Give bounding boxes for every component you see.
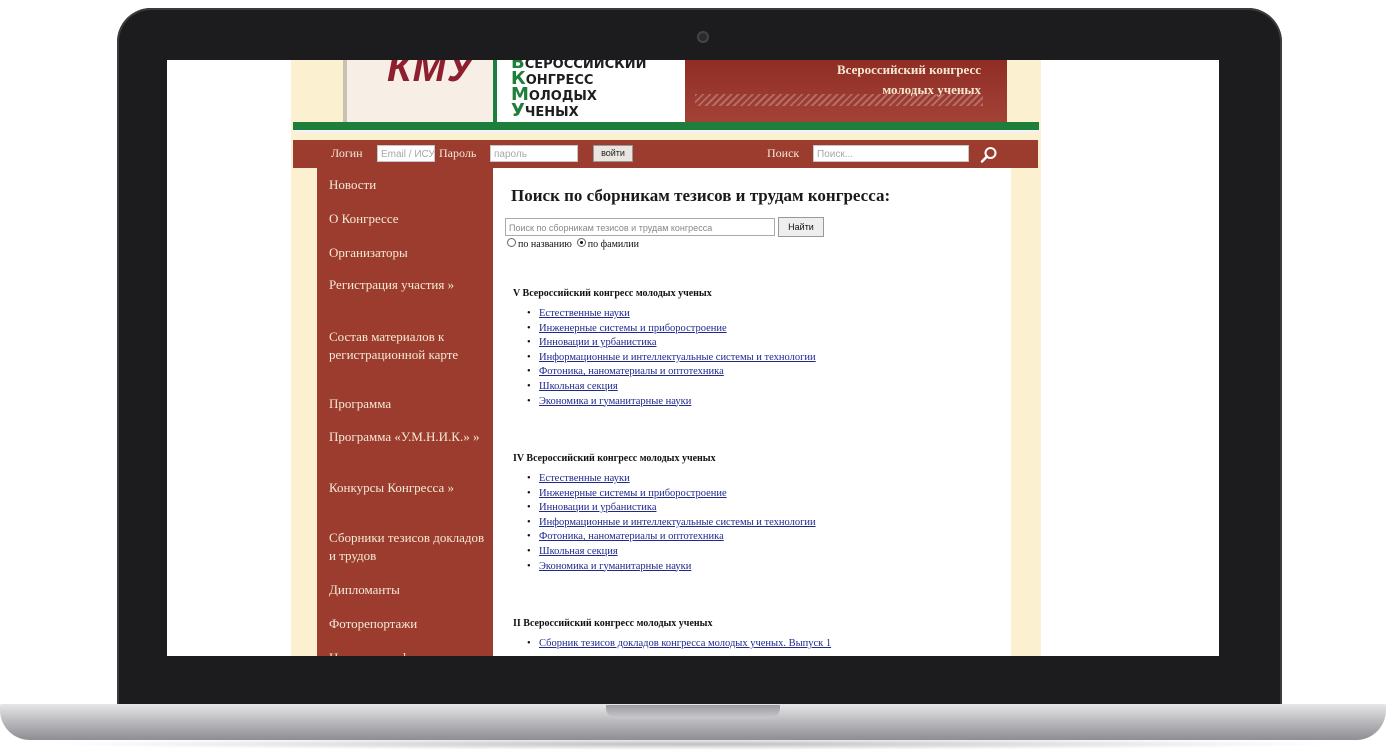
- password-input[interactable]: пароль: [490, 145, 578, 162]
- header-divider-light: [293, 130, 1039, 133]
- section-link[interactable]: Инновации и урбанистика: [527, 501, 816, 516]
- section-link-list: Естественные наукиИнженерные системы и п…: [527, 472, 816, 574]
- laptop-screen: КМУ ВСЕРОССИЙСКИЙ КОНГРЕСС МОЛОДЫХ УЧЕНЫХ В…: [167, 60, 1219, 656]
- banner-line-1: Всероссийский конгресс: [836, 62, 981, 77]
- site-search-input[interactable]: Поиск...: [813, 145, 969, 162]
- login-button[interactable]: войти: [593, 145, 633, 162]
- section-link-list: Сборник тезисов докладов конгресса молод…: [527, 637, 831, 652]
- congress-logo-word: ОЛОДЫХ: [528, 89, 597, 104]
- site-logo: КМУ: [387, 60, 475, 90]
- radio-by-title-label: по названию: [518, 239, 572, 250]
- section-title: IV Всероссийский конгресс молодых ученых: [513, 453, 716, 464]
- section-link[interactable]: Информационные и интеллектуальные систем…: [527, 516, 816, 531]
- sidebar-item[interactable]: О Конгрессе: [329, 210, 489, 228]
- section-link[interactable]: Инженерные системы и приборостроение: [527, 322, 816, 337]
- banner-hatch: [695, 94, 983, 106]
- section-link[interactable]: Информационные и интеллектуальные систем…: [527, 351, 816, 366]
- section-link[interactable]: Экономика и гуманитарные науки: [527, 560, 816, 575]
- radio-by-surname-label: по фамилии: [587, 239, 639, 250]
- sidebar-item[interactable]: Конкурсы Конгресса »: [329, 479, 489, 497]
- page-title: Поиск по сборникам тезисов и трудам конг…: [511, 186, 891, 205]
- password-label: Пароль: [439, 146, 477, 160]
- radio-by-surname[interactable]: [576, 238, 586, 247]
- section-title: II Всероссийский конгресс молодых ученых: [513, 618, 713, 629]
- header-divider: [293, 122, 1039, 130]
- sidebar-nav: Новости О Конгрессе Организаторы Регистраци…: [317, 168, 493, 656]
- search-mode-radios: по названию по фамилии: [507, 238, 639, 250]
- congress-logo-line: УЧЕНЫХ: [511, 102, 681, 120]
- section-link[interactable]: Школьная секция: [527, 545, 816, 560]
- congress-logo-text: ВСЕРОССИЙСКИЙ КОНГРЕСС МОЛОДЫХ УЧЕНЫХ: [511, 60, 681, 120]
- login-input[interactable]: Email / ИСУ логин: [377, 145, 435, 162]
- section-link[interactable]: Школьная секция: [527, 380, 816, 395]
- sidebar-item[interactable]: Новости: [329, 176, 489, 194]
- login-label: Логин: [331, 146, 363, 160]
- sidebar-item[interactable]: Состав материалов к регистрационной карт…: [329, 328, 489, 364]
- sidebar-item[interactable]: Регистрация участия »: [329, 276, 489, 294]
- section-link[interactable]: Экономика и гуманитарные науки: [527, 395, 816, 410]
- section-link[interactable]: Сборник тезисов докладов конгресса молод…: [527, 637, 831, 652]
- section-link-list: Естественные наукиИнженерные системы и п…: [527, 307, 816, 409]
- section-title: V Всероссийский конгресс молодых ученых: [513, 288, 712, 299]
- congress-logo-line: ВСЕРОССИЙСКИЙ: [511, 60, 681, 72]
- sidebar-item[interactable]: Программа «У.М.Н.И.К.» »: [329, 428, 489, 446]
- radio-by-title[interactable]: [507, 238, 516, 247]
- camera-icon: [697, 31, 709, 43]
- section-link[interactable]: Фотоника, наноматериалы и оптотехника: [527, 530, 816, 545]
- sidebar-item[interactable]: Сборники тезисов докладов и трудов: [329, 529, 489, 565]
- laptop-notch: [606, 705, 780, 718]
- search-icon[interactable]: [980, 146, 998, 164]
- sidebar-item[interactable]: Фоторепортажи: [329, 615, 489, 633]
- sidebar-item[interactable]: Организаторы: [329, 244, 489, 262]
- main-content: Поиск по сборникам тезисов и трудам конг…: [493, 168, 1011, 656]
- congress-logo-word: ЧЕНЫХ: [524, 105, 579, 120]
- login-bar: Логин Email / ИСУ логин Пароль пароль во…: [293, 140, 1038, 168]
- congress-logo-initial: У: [511, 100, 525, 121]
- find-button[interactable]: Найти: [778, 217, 824, 237]
- congress-logo-word: ОНГРЕСС: [525, 73, 594, 88]
- thesis-search-input[interactable]: Поиск по сборникам тезисов и трудам конг…: [505, 218, 775, 236]
- sidebar-item[interactable]: Программа: [329, 395, 489, 413]
- sidebar-item[interactable]: Научные конференции: [329, 649, 489, 656]
- search-label: Поиск: [767, 146, 800, 160]
- section-link[interactable]: Естественные науки: [527, 472, 816, 487]
- section-link[interactable]: Инженерные системы и приборостроение: [527, 487, 816, 502]
- right-margin: [1011, 168, 1039, 656]
- section-link[interactable]: Фотоника, наноматериалы и оптотехника: [527, 365, 816, 380]
- congress-logo-word: СЕРОССИЙСКИЙ: [524, 60, 647, 72]
- congress-logo-line: МОЛОДЫХ: [511, 86, 681, 104]
- section-link[interactable]: Естественные науки: [527, 307, 816, 322]
- congress-logo-line: КОНГРЕСС: [511, 70, 681, 88]
- sidebar-item[interactable]: Дипломанты: [329, 581, 489, 599]
- section-link[interactable]: Инновации и урбанистика: [527, 336, 816, 351]
